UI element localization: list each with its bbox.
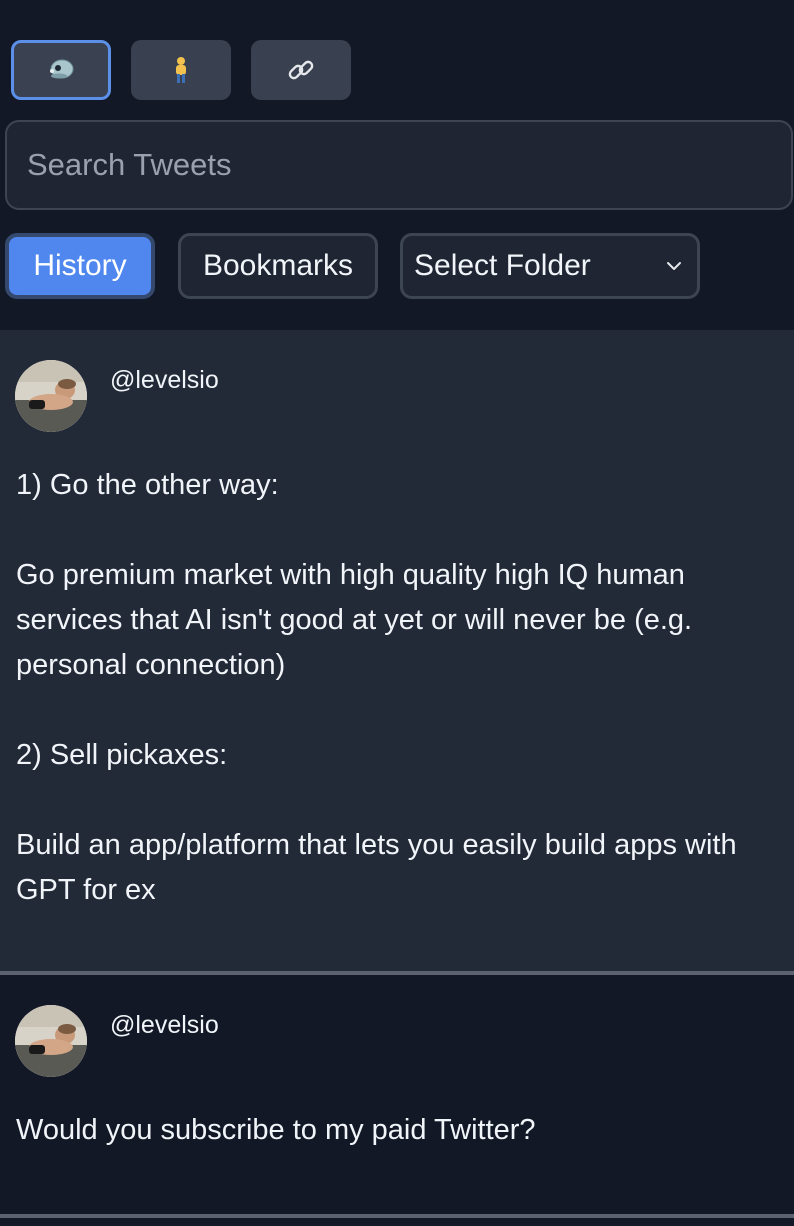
tweet-card[interactable]: @levelsio 1) Go the other way: Go premiu…	[0, 330, 794, 975]
alien-mode-button[interactable]	[11, 40, 111, 100]
search-input[interactable]	[5, 120, 793, 210]
tweet-paragraph: Would you subscribe to my paid Twitter?	[16, 1114, 536, 1146]
tweet-body: Would you subscribe to my paid Twitter?	[16, 1108, 790, 1153]
tweet-paragraph: Go premium market with high quality high…	[16, 559, 693, 681]
link-icon	[288, 60, 314, 80]
toolbar-panel: History Bookmarks Select Folder	[0, 0, 794, 330]
person-icon	[176, 57, 186, 83]
tweet-card[interactable]: @levelsio Would you subscribe to my paid…	[0, 975, 794, 1218]
folder-select-value: Select Folder	[414, 249, 591, 282]
tweet-body: 1) Go the other way: Go premium market w…	[16, 463, 790, 913]
tweet-paragraph: Build an app/platform that lets you easi…	[16, 829, 737, 906]
avatar[interactable]	[15, 1005, 87, 1077]
tweet-handle[interactable]: @levelsio	[110, 366, 219, 395]
history-tab-label: History	[33, 249, 127, 282]
tweet-handle[interactable]: @levelsio	[110, 1011, 219, 1040]
person-mode-button[interactable]	[131, 40, 231, 100]
folder-select[interactable]: Select Folder	[400, 233, 700, 299]
alien-icon	[50, 59, 74, 79]
history-tab[interactable]: History	[5, 233, 155, 299]
bookmarks-tab-label: Bookmarks	[202, 249, 354, 282]
tweet-paragraph: 2) Sell pickaxes:	[16, 739, 228, 771]
avatar[interactable]	[15, 360, 87, 432]
tweet-paragraph: 1) Go the other way:	[16, 469, 279, 501]
bookmarks-tab[interactable]: Bookmarks	[178, 233, 378, 299]
link-mode-button[interactable]	[251, 40, 351, 100]
chevron-down-icon	[667, 262, 681, 270]
